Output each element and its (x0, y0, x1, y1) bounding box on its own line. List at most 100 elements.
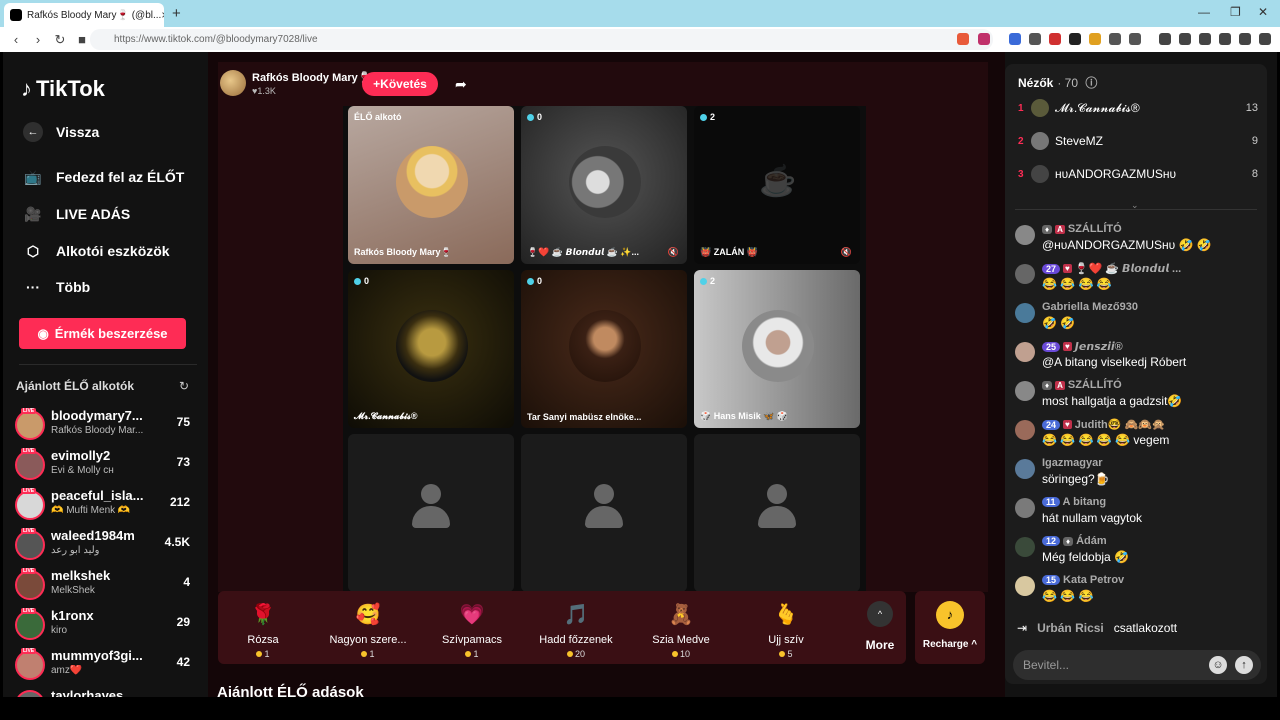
chat-input[interactable]: Bevitel... ☺ ↑ (1013, 650, 1261, 680)
viewer-rank-row[interactable]: 2 SteveMZ 9 (1018, 131, 1258, 151)
follow-button[interactable]: +Követés (362, 72, 438, 96)
tools-icon: ⬡ (26, 242, 40, 259)
browser-chrome: Rafkós Bloody Mary🍷 (@bl... × + — ❐ ✕ ‹ … (0, 0, 1280, 52)
recommended-creators-title: Ajánlott ÉLŐ alkotók (16, 379, 135, 393)
guest-cell-host[interactable]: ÉLŐ alkotó Rafkós Bloody Mary🍷 (348, 106, 514, 264)
guest-cell[interactable]: ☕ 2 👹 ZALÁN 👹 🔇 (694, 106, 860, 264)
live-tv-icon: 📺 (24, 168, 42, 185)
gift-item[interactable]: 🌹 Rózsa 1 (223, 601, 303, 659)
creator-item[interactable]: LIVE melkshek MelkShek 4 (15, 568, 200, 604)
guest-cell[interactable]: 0 Tar Sanyi mabüsz elnöke... (521, 270, 687, 428)
tiktok-note-icon: ♪ (21, 76, 32, 101)
gift-name: Ujj szív (768, 634, 804, 646)
gift-item[interactable]: 🧸 Szia Medve 10 (641, 601, 721, 659)
reload-icon[interactable]: ↻ (54, 32, 66, 48)
back-button[interactable]: ← Vissza (23, 122, 99, 142)
avatar (15, 410, 45, 440)
info-icon[interactable]: ⓘ (1085, 76, 1097, 90)
sidebar-toggle-icon[interactable] (1179, 33, 1191, 45)
arrow-left-icon: ← (23, 122, 43, 142)
send-icon[interactable]: ↑ (1235, 656, 1253, 674)
gift-item[interactable]: 🥰 Nagyon szere... 1 (328, 601, 408, 659)
viewer-name: SteveMZ (1055, 134, 1104, 148)
nav-explore-live[interactable]: 📺 Fedezd fel az ÉLŐT (23, 167, 184, 187)
live-stage: Rafkós Bloody Mary🍷 ♥1.3K +Követés ➦ ÉLŐ… (208, 52, 1005, 697)
bookmark-icon[interactable]: ■ (76, 32, 88, 47)
guest-cell[interactable]: 0 🍷❤️ ☕ 𝘽𝙡𝙤𝙣𝙙𝙪𝙡 ☕ ✨... 🔇 (521, 106, 687, 264)
guest-cell[interactable]: 2 🎲 Hans Misik 🦋 🎲 (694, 270, 860, 428)
message-author: 12 ♦ Ádám (1042, 535, 1107, 547)
extension-icon[interactable] (1089, 33, 1101, 45)
downloads-icon[interactable] (1219, 33, 1231, 45)
nav-more[interactable]: ··· Több (23, 277, 90, 297)
gift-item[interactable]: 🎵 Hadd főzzenek 20 (536, 601, 616, 659)
recharge-button[interactable]: ♪ Recharge ^ (915, 591, 985, 664)
creator-item[interactable]: LIVE mummyof3gi... amz❤️ 42 (15, 648, 200, 684)
host-likes: ♥1.3K (252, 85, 276, 96)
extension-icon[interactable] (1109, 33, 1121, 45)
empty-guest-slot[interactable] (348, 434, 514, 592)
coin-tiktok-icon: ♪ (936, 601, 964, 629)
diamond-icon (700, 113, 707, 121)
minimize-icon[interactable]: — (1198, 5, 1210, 19)
creator-name: waleed1984m (51, 528, 135, 543)
extension-icon[interactable] (1029, 33, 1041, 45)
maximize-icon[interactable]: ❐ (1230, 5, 1241, 19)
menu-icon[interactable] (1259, 33, 1271, 45)
avatar (1015, 459, 1035, 479)
new-tab-icon[interactable]: + (172, 5, 181, 22)
badge-icon: ♦ (1042, 224, 1053, 234)
gift-name: Hadd főzzenek (539, 634, 613, 646)
brave-shield-icon[interactable] (957, 33, 969, 45)
avatar (1015, 420, 1035, 440)
vpn-icon[interactable] (1239, 33, 1251, 45)
viewer-rank-row[interactable]: 1 𝓜𝓻.𝓒𝓪𝓷𝓷𝓪𝓫𝓲𝓼® 13 (1018, 98, 1258, 118)
nav-go-live[interactable]: 🎥 LIVE ADÁS (23, 204, 130, 224)
music-icon[interactable] (1159, 33, 1171, 45)
host-info[interactable]: Rafkós Bloody Mary🍷 ♥1.3K (220, 70, 371, 96)
creator-item[interactable]: LIVE peaceful_isla... 🫶 Mufti Menk 🫶 212 (15, 488, 200, 524)
address-bar[interactable]: https://www.tiktok.com/@bloodymary7028/l… (90, 29, 993, 50)
avatar (1015, 576, 1035, 596)
coin-icon (361, 651, 368, 657)
forward-icon[interactable]: › (32, 32, 44, 47)
get-coins-button[interactable]: ◉ Érmék beszerzése (19, 318, 186, 349)
close-tab-icon[interactable]: × (161, 8, 164, 22)
window-close-icon[interactable]: ✕ (1258, 5, 1268, 19)
extension-icon[interactable] (1049, 33, 1061, 45)
creator-item[interactable]: LIVE waleed1984m وليد ابو رعد 4.5K (15, 528, 200, 564)
coin-icon (465, 651, 472, 657)
creator-item[interactable]: LIVE k1ronx kiro 29 (15, 608, 200, 644)
rewards-icon[interactable] (978, 33, 990, 45)
viewer-rank-row[interactable]: 3 ʜᴜANDORGAZMUSʜᴜ 8 (1018, 164, 1258, 184)
gift-price: 1 (223, 649, 303, 659)
live-badge: LIVE (21, 608, 37, 614)
wallet-icon[interactable] (1199, 33, 1211, 45)
gift-item[interactable]: 💗 Szívpamacs 1 (432, 601, 512, 659)
diamond-icon (354, 277, 361, 285)
nav-creator-tools[interactable]: ⬡ Alkotói eszközök (23, 241, 170, 261)
creator-item[interactable]: taylorhayes (15, 688, 200, 697)
gift-name: Rózsa (247, 634, 279, 646)
browser-tab[interactable]: Rafkós Bloody Mary🍷 (@bl... × (4, 3, 164, 27)
person-placeholder-icon (758, 484, 796, 528)
message-text: @ʜᴜANDORGAZMUSʜᴜ 🤣 🤣 (1042, 238, 1212, 252)
translate-extension-icon[interactable] (1009, 33, 1021, 45)
guest-cell[interactable]: 0 𝓜𝓻.𝓒𝓪𝓷𝓷𝓪𝓫𝓲𝓼® (348, 270, 514, 428)
creator-item[interactable]: LIVE evimolly2 Évi & Molly ᴄʜ 73 (15, 448, 200, 484)
back-icon[interactable]: ‹ (10, 32, 22, 47)
refresh-icon[interactable]: ↻ (179, 379, 189, 393)
viewer-score: 8 (1251, 168, 1258, 180)
emoji-icon[interactable]: ☺ (1209, 656, 1227, 674)
creator-item[interactable]: LIVE bloodymary7... Rafkós Bloody Mar...… (15, 408, 200, 444)
empty-guest-slot[interactable] (521, 434, 687, 592)
tiktok-logo[interactable]: ♪ TikTok (21, 76, 105, 102)
extension-icon[interactable] (1069, 33, 1081, 45)
share-icon[interactable]: ➦ (455, 76, 467, 93)
gift-item[interactable]: 🫰 Ujj szív 5 (746, 601, 826, 659)
message-author: 11 A bitang (1042, 496, 1106, 508)
extension-icon[interactable] (1129, 33, 1141, 45)
recommended-streams-title: Ajánlott ÉLŐ adások (217, 684, 364, 697)
empty-guest-slot[interactable] (694, 434, 860, 592)
more-gifts-button[interactable]: ^ More (855, 601, 905, 652)
